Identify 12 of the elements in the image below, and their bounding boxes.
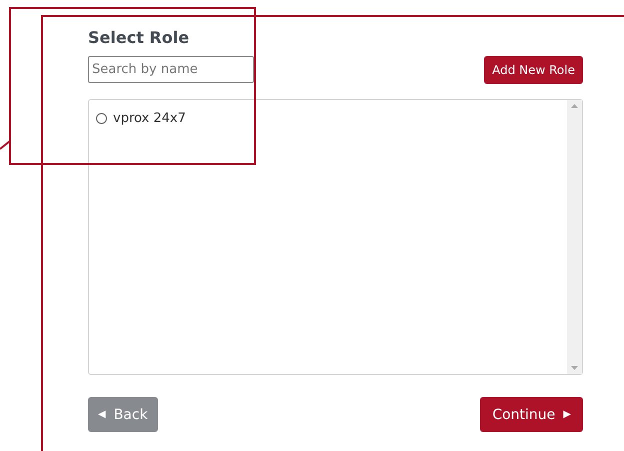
add-new-role-button[interactable]: Add New Role: [484, 56, 583, 84]
page-title: Select Role: [88, 28, 190, 48]
scroll-up-icon[interactable]: [571, 104, 578, 108]
leader-line: [0, 140, 11, 150]
caret-right-icon: ▶: [563, 409, 571, 420]
role-option[interactable]: vprox 24x7: [96, 111, 560, 126]
caret-left-icon: ◀: [98, 409, 106, 420]
radio-button[interactable]: [96, 113, 107, 124]
continue-button[interactable]: Continue ▶: [480, 397, 583, 432]
search-field[interactable]: Search by name: [88, 56, 254, 82]
scrollbar[interactable]: [567, 100, 582, 374]
scroll-down-icon[interactable]: [571, 366, 578, 370]
